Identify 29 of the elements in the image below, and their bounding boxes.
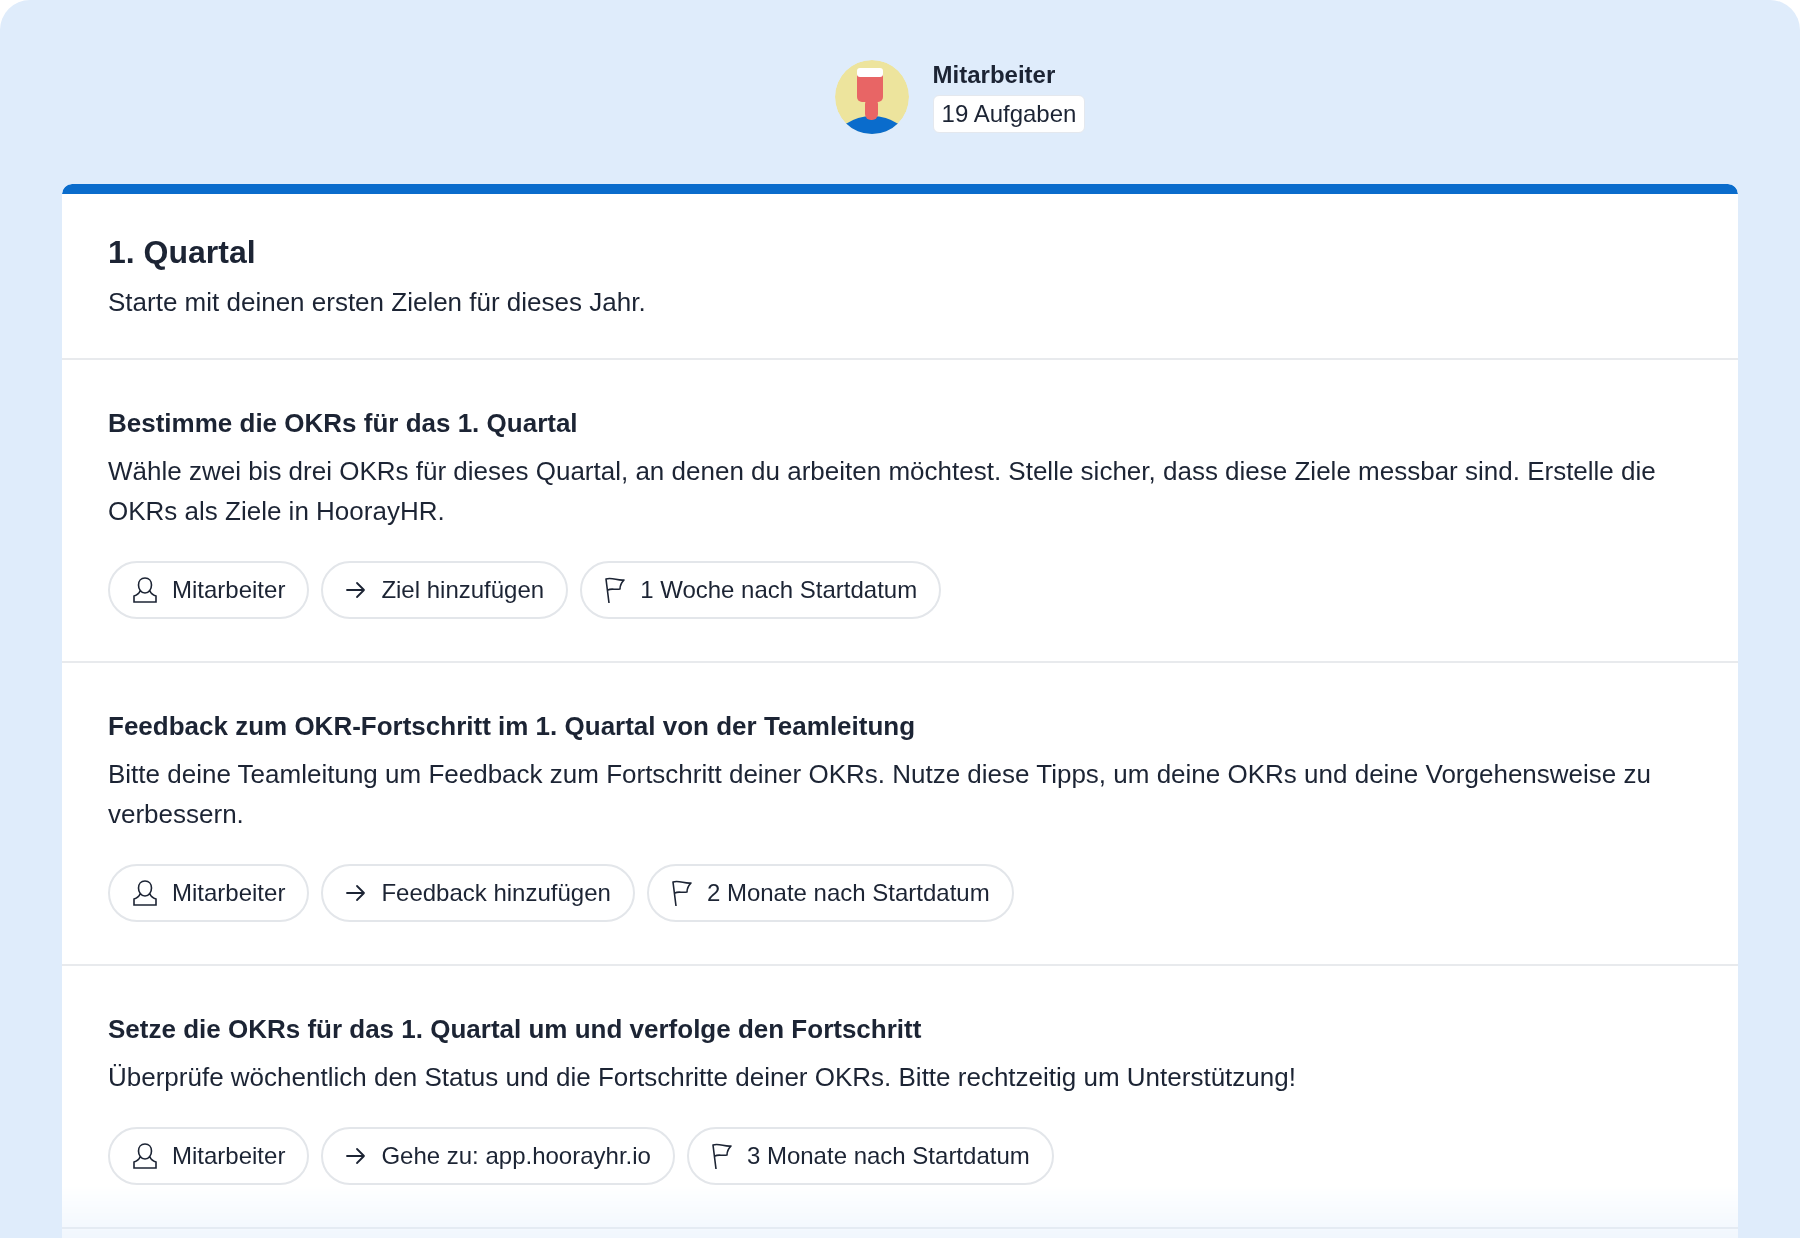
task-description: Wähle zwei bis drei OKRs für dieses Quartal, an denen du arbeiten möchtest. Stelle sicher, dass diese Ziele messbar sind. Erstelle die OKRs als Ziele in HoorayHR. (108, 455, 1657, 528)
task-description: Überprüfe wöchentlich den Status und die Fortschritte deiner OKRs. Bitte rechtzeitig um Unterstützung! (108, 1061, 1297, 1094)
phase-subtitle: Starte mit deinen ersten Zielen für dieses Jahr. (108, 287, 647, 318)
arrow-icon (345, 1146, 368, 1166)
flag-icon (710, 1142, 733, 1170)
arrow-icon (345, 580, 368, 600)
assignee-chip[interactable]: Mitarbeiter (108, 561, 310, 619)
task-description: Bitte deine Teamleitung um Feedback zum Fortschritt deiner OKRs. Nutze diese Tipps, um deine OKRs und deine Vorgehensweise zu verbessern. (108, 758, 1652, 831)
action-chip[interactable]: Gehe zu: app.hoorayhr.io (321, 1127, 675, 1185)
avatar-icon (834, 60, 909, 134)
person-icon (132, 1142, 158, 1170)
task-title: Feedback zum OKR-Fortschritt im 1. Quartal von der Teamleitung (108, 711, 917, 742)
task-title: Bestimme die OKRs für das 1. Quartal (108, 408, 579, 439)
phase-title: 1. Quartal (108, 234, 257, 271)
flag-icon (604, 576, 627, 604)
person-icon (132, 576, 158, 604)
person-icon (132, 879, 158, 907)
task-count-badge: 19 Aufgaben (932, 95, 1086, 133)
action-chip[interactable]: Feedback hinzufügen (321, 864, 635, 922)
assignee-chip[interactable]: Mitarbeiter (108, 1127, 310, 1185)
flag-icon (670, 879, 693, 907)
task-title: Setze die OKRs für das 1. Quartal um und verfolge den Fortschritt (108, 1014, 923, 1045)
due-date-chip[interactable]: 1 Woche nach Startdatum (580, 561, 942, 619)
due-date-chip[interactable]: 3 Monate nach Startdatum (686, 1127, 1054, 1185)
arrow-icon (345, 883, 368, 903)
action-chip[interactable]: Ziel hinzufügen (321, 561, 569, 619)
assignee-name: Mitarbeiter (932, 61, 1056, 89)
due-date-chip[interactable]: 2 Monate nach Startdatum (646, 864, 1014, 922)
assignee-chip[interactable]: Mitarbeiter (108, 864, 310, 922)
